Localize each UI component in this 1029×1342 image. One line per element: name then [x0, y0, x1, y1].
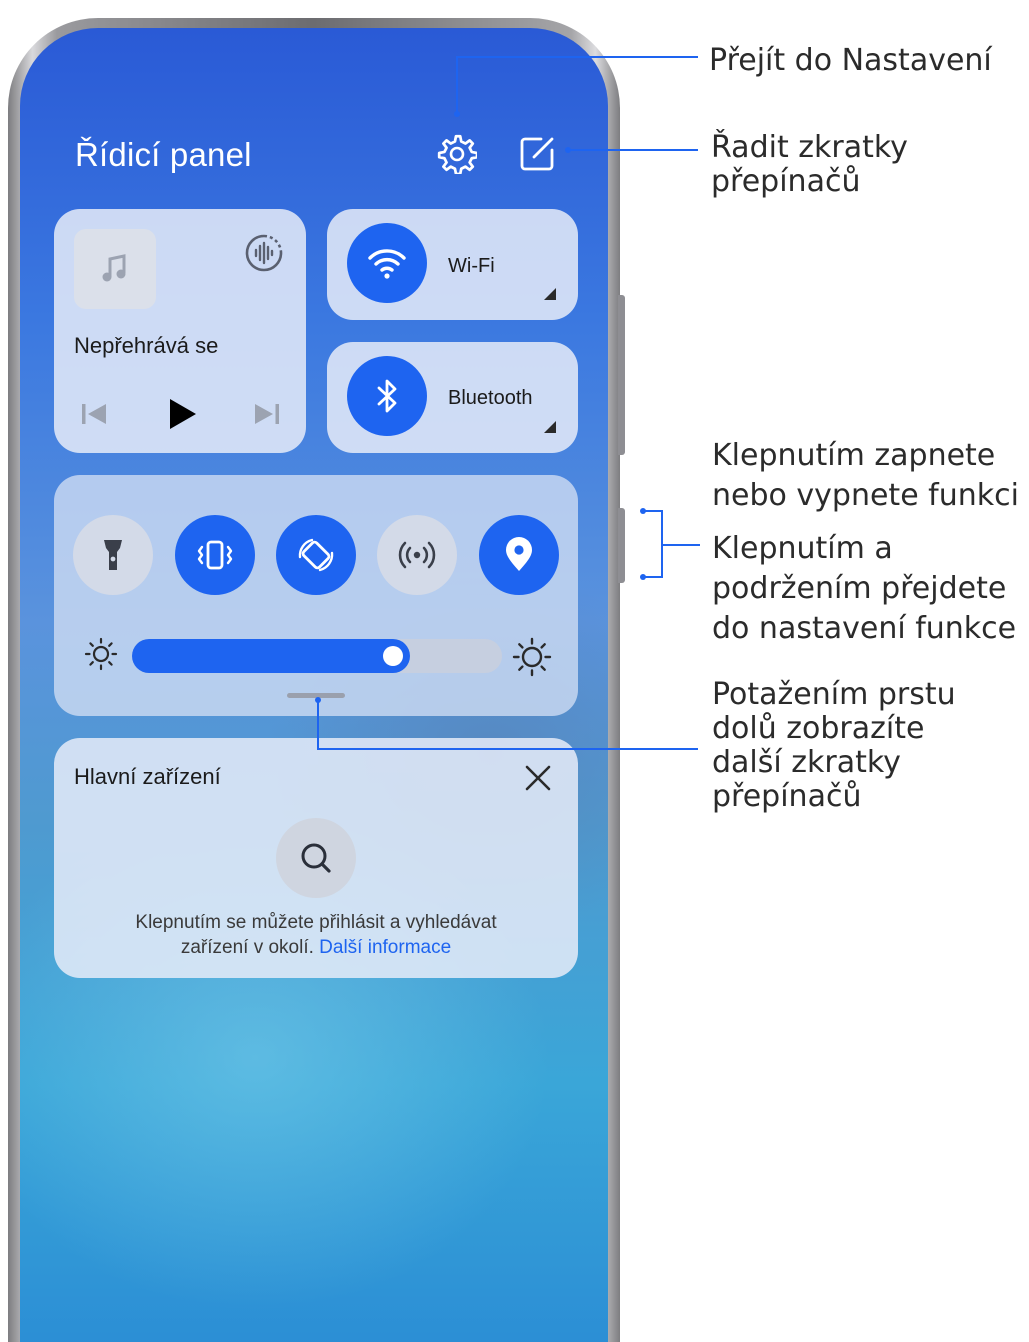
switches-card: [54, 475, 578, 716]
settings-button[interactable]: [437, 134, 479, 176]
next-icon[interactable]: [253, 402, 281, 426]
media-card[interactable]: Nepřehrává se: [54, 209, 306, 453]
devices-card: Hlavní zařízení Klepnutím se můžete přih…: [54, 738, 578, 978]
auto-rotate-toggle[interactable]: [276, 515, 356, 595]
callout-hold-line3: do nastavení funkce: [712, 611, 1017, 646]
previous-icon[interactable]: [80, 402, 108, 426]
auto-rotate-icon: [298, 538, 334, 572]
devices-description-line1: Klepnutím se můžete přihlásit a vyhledáv…: [135, 912, 497, 933]
wifi-label: Wi-Fi: [448, 255, 495, 277]
search-icon: [301, 843, 331, 873]
wifi-icon: [368, 249, 406, 279]
expand-corner-icon[interactable]: [544, 288, 556, 300]
callout-hold-line2: podržením přejdete: [712, 571, 1007, 606]
brightness-slider[interactable]: [132, 639, 502, 673]
brightness-thumb[interactable]: [383, 646, 403, 666]
callout-settings: Přejít do Nastavení: [709, 43, 992, 78]
callout-drag-line3: další zkratky: [712, 745, 901, 780]
side-button-volume: [618, 295, 625, 455]
media-status: Nepřehrává se: [74, 333, 219, 358]
album-art: [74, 229, 156, 309]
side-button-power: [618, 508, 625, 583]
callout-drag-line2: dolů zobrazíte: [712, 711, 925, 746]
control-panel-screen: Řídicí panel Nepřehrává se Wi-Fi Bluetoo…: [20, 28, 608, 1342]
callout-hold: Klepnutím a podržením přejdete do nastav…: [712, 529, 1016, 649]
callout-drag: Potažením prstu dolů zobrazíte další zkr…: [712, 678, 956, 814]
wifi-card[interactable]: Wi-Fi: [327, 209, 578, 320]
bluetooth-icon: [377, 379, 397, 413]
callout-toggle-line2: nebo vypnete funkci: [712, 478, 1019, 513]
edit-icon: [520, 137, 554, 171]
page-title: Řídicí panel: [75, 136, 252, 173]
callout-edit-line1: Řadit zkratky: [711, 130, 908, 165]
brightness-high-icon: [512, 637, 552, 677]
close-icon[interactable]: [524, 764, 552, 792]
brightness-fill: [132, 639, 410, 673]
drag-handle[interactable]: [287, 693, 345, 698]
flashlight-toggle[interactable]: [73, 515, 153, 595]
callout-hold-line1: Klepnutím a: [712, 531, 893, 566]
callout-edit: Řadit zkratky přepínačů: [711, 131, 908, 199]
devices-description: Klepnutím se můžete přihlásit a vyhledáv…: [54, 910, 578, 960]
bracket-leader: [643, 510, 663, 578]
device-search-button[interactable]: [276, 818, 356, 898]
vibrate-icon: [197, 540, 233, 570]
bluetooth-toggle[interactable]: [347, 356, 427, 436]
callout-toggle: Klepnutím zapnete nebo vypnete funkci: [712, 436, 1019, 516]
gear-icon: [437, 134, 479, 176]
nfc-toggle[interactable]: [377, 515, 457, 595]
callout-edit-line2: přepínačů: [711, 164, 861, 199]
bluetooth-label: Bluetooth: [448, 387, 533, 409]
callout-drag-line4: přepínačů: [712, 779, 862, 814]
play-icon[interactable]: [168, 397, 198, 431]
flashlight-icon: [104, 540, 122, 570]
callout-drag-line1: Potažením prstu: [712, 677, 956, 712]
vibrate-toggle[interactable]: [175, 515, 255, 595]
expand-corner-icon[interactable]: [544, 421, 556, 433]
audio-output-icon[interactable]: [244, 233, 284, 273]
music-note-icon: [102, 254, 126, 282]
brightness-low-icon: [84, 637, 118, 671]
wifi-toggle[interactable]: [347, 223, 427, 303]
callout-toggle-line1: Klepnutím zapnete: [712, 438, 996, 473]
devices-title: Hlavní zařízení: [74, 764, 221, 789]
edit-shortcuts-button[interactable]: [517, 134, 557, 174]
location-toggle[interactable]: [479, 515, 559, 595]
devices-description-line2: zařízení v okolí.: [180, 937, 314, 958]
location-icon: [506, 537, 532, 571]
bluetooth-card[interactable]: Bluetooth: [327, 342, 578, 453]
nfc-icon: [398, 541, 436, 569]
more-info-link[interactable]: Další informace: [319, 937, 451, 958]
